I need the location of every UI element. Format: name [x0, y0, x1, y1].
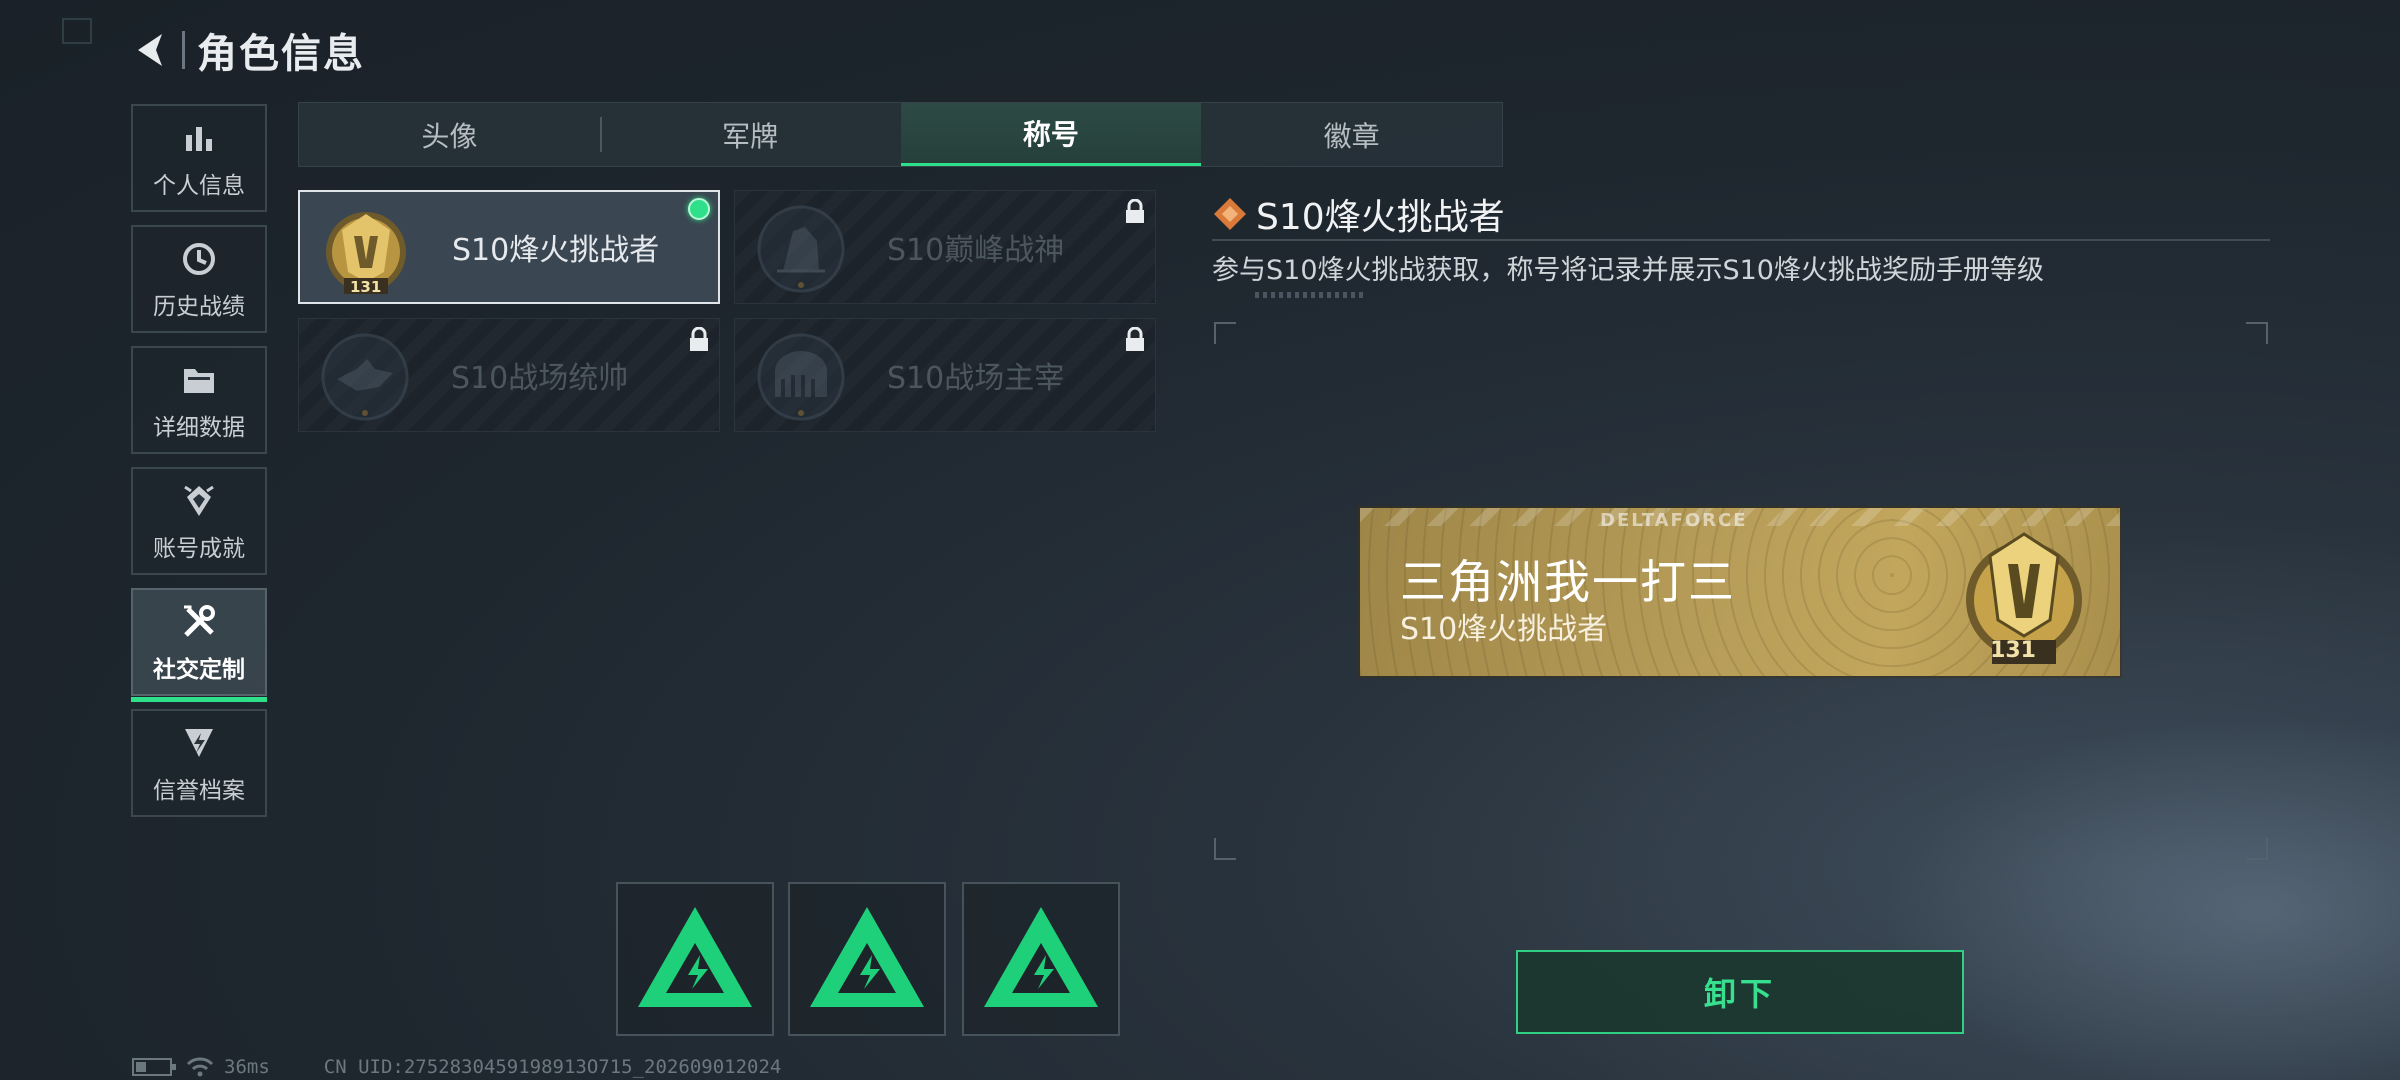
bar-chart-icon	[182, 116, 216, 160]
sidebar-item-history[interactable]: 历史战绩	[131, 225, 267, 333]
title-card-label: S10战场主宰	[887, 361, 1065, 396]
title-card-label: S10战场统帅	[451, 361, 629, 396]
sidebar-item-label: 历史战绩	[153, 294, 245, 320]
delta-emblem-icon	[984, 907, 1098, 1007]
title-card-s10-dominator[interactable]: S10战场主宰	[734, 318, 1156, 432]
header-divider	[182, 31, 185, 69]
sidebar-item-label: 个人信息	[153, 173, 245, 199]
credit-shield-icon	[181, 721, 217, 765]
corner-marker	[62, 18, 92, 44]
sidebar-item-credit-file[interactable]: 信誉档案	[131, 709, 267, 817]
title-card-s10-challenger[interactable]: 131 S10烽火挑战者	[298, 190, 720, 304]
emblem-slot-1[interactable]	[616, 882, 774, 1036]
battery-icon	[132, 1058, 176, 1076]
emblem-slot-2[interactable]	[788, 882, 946, 1036]
nameplate-brand: DELTAFORCE	[1600, 510, 1748, 531]
page-title: 角色信息	[197, 31, 365, 77]
status-bar: 36ms CN UID:2752830459198913O715_2026090…	[132, 1056, 781, 1078]
title-card-label: S10巅峰战神	[887, 233, 1065, 268]
emblem-slot-3[interactable]	[962, 882, 1120, 1036]
nameplate-title: S10烽火挑战者	[1400, 612, 1608, 647]
frame-corner	[1214, 322, 1236, 344]
diamond-icon	[1214, 198, 1246, 230]
uid-text: CN UID:2752830459198913O715_202609012024	[323, 1056, 782, 1078]
tab-avatar[interactable]: 头像	[299, 103, 600, 166]
title-card-s10-peak-god[interactable]: S10巅峰战神	[734, 190, 1156, 304]
unequip-button[interactable]: 卸下	[1516, 950, 1964, 1034]
nameplate-badge-level: 131	[1990, 638, 2036, 663]
tools-icon	[180, 600, 218, 644]
detail-header: S10烽火挑战者	[1212, 188, 1505, 240]
frame-corner	[2246, 322, 2268, 344]
equipped-indicator	[688, 198, 710, 220]
title-card-s10-commander[interactable]: S10战场统帅	[298, 318, 720, 432]
ping-text: 36ms	[224, 1056, 270, 1078]
detail-decoration	[1255, 292, 1363, 298]
tab-badge[interactable]: 徽章	[1201, 103, 1502, 166]
page-header: 角色信息	[130, 22, 365, 78]
sidebar-item-label: 账号成就	[153, 536, 245, 562]
nameplate-preview: DELTAFORCE 三角洲我一打三 S10烽火挑战者 131	[1360, 508, 2120, 676]
detail-description: 参与S10烽火挑战获取，称号将记录并展示S10烽火挑战奖励手册等级	[1212, 255, 2044, 286]
back-arrow-icon[interactable]	[130, 28, 174, 72]
tab-dogtag[interactable]: 军牌	[599, 103, 901, 166]
locked-title-badge-icon	[321, 333, 409, 421]
detail-title: S10烽火挑战者	[1256, 197, 1505, 238]
frame-corner	[1214, 838, 1236, 860]
detail-divider	[1212, 239, 2270, 241]
clock-icon	[181, 237, 217, 281]
sidebar-item-label: 社交定制	[153, 657, 245, 683]
category-tabs: 头像 军牌 称号 徽章	[298, 102, 1503, 167]
sidebar-item-achievements[interactable]: 账号成就	[131, 467, 267, 575]
lock-icon	[690, 327, 708, 351]
sidebar-item-social-custom[interactable]: 社交定制	[131, 588, 267, 702]
title-card-label: S10烽火挑战者	[452, 233, 660, 268]
locked-title-badge-icon	[757, 205, 845, 293]
badge-level-text: 131	[350, 278, 382, 296]
sidebar-item-label: 详细数据	[153, 415, 245, 441]
folder-icon	[181, 358, 217, 402]
frame-corner	[2246, 838, 2268, 860]
delta-emblem-icon	[638, 907, 752, 1007]
sidebar-item-detailed-data[interactable]: 详细数据	[131, 346, 267, 454]
lock-icon	[1126, 199, 1144, 223]
nameplate-player-name: 三角洲我一打三	[1400, 555, 1736, 609]
achievement-icon	[181, 479, 217, 523]
sidebar-item-label: 信誉档案	[153, 778, 245, 804]
sidebar-item-personal-info[interactable]: 个人信息	[131, 104, 267, 212]
wifi-icon	[186, 1057, 214, 1077]
delta-emblem-icon	[810, 907, 924, 1007]
locked-title-badge-icon	[757, 333, 845, 421]
side-navigation: 个人信息 历史战绩 详细数据 账号成就 社交定制 信誉档案	[131, 104, 267, 830]
lock-icon	[1126, 327, 1144, 351]
tab-title[interactable]: 称号	[900, 103, 1202, 166]
